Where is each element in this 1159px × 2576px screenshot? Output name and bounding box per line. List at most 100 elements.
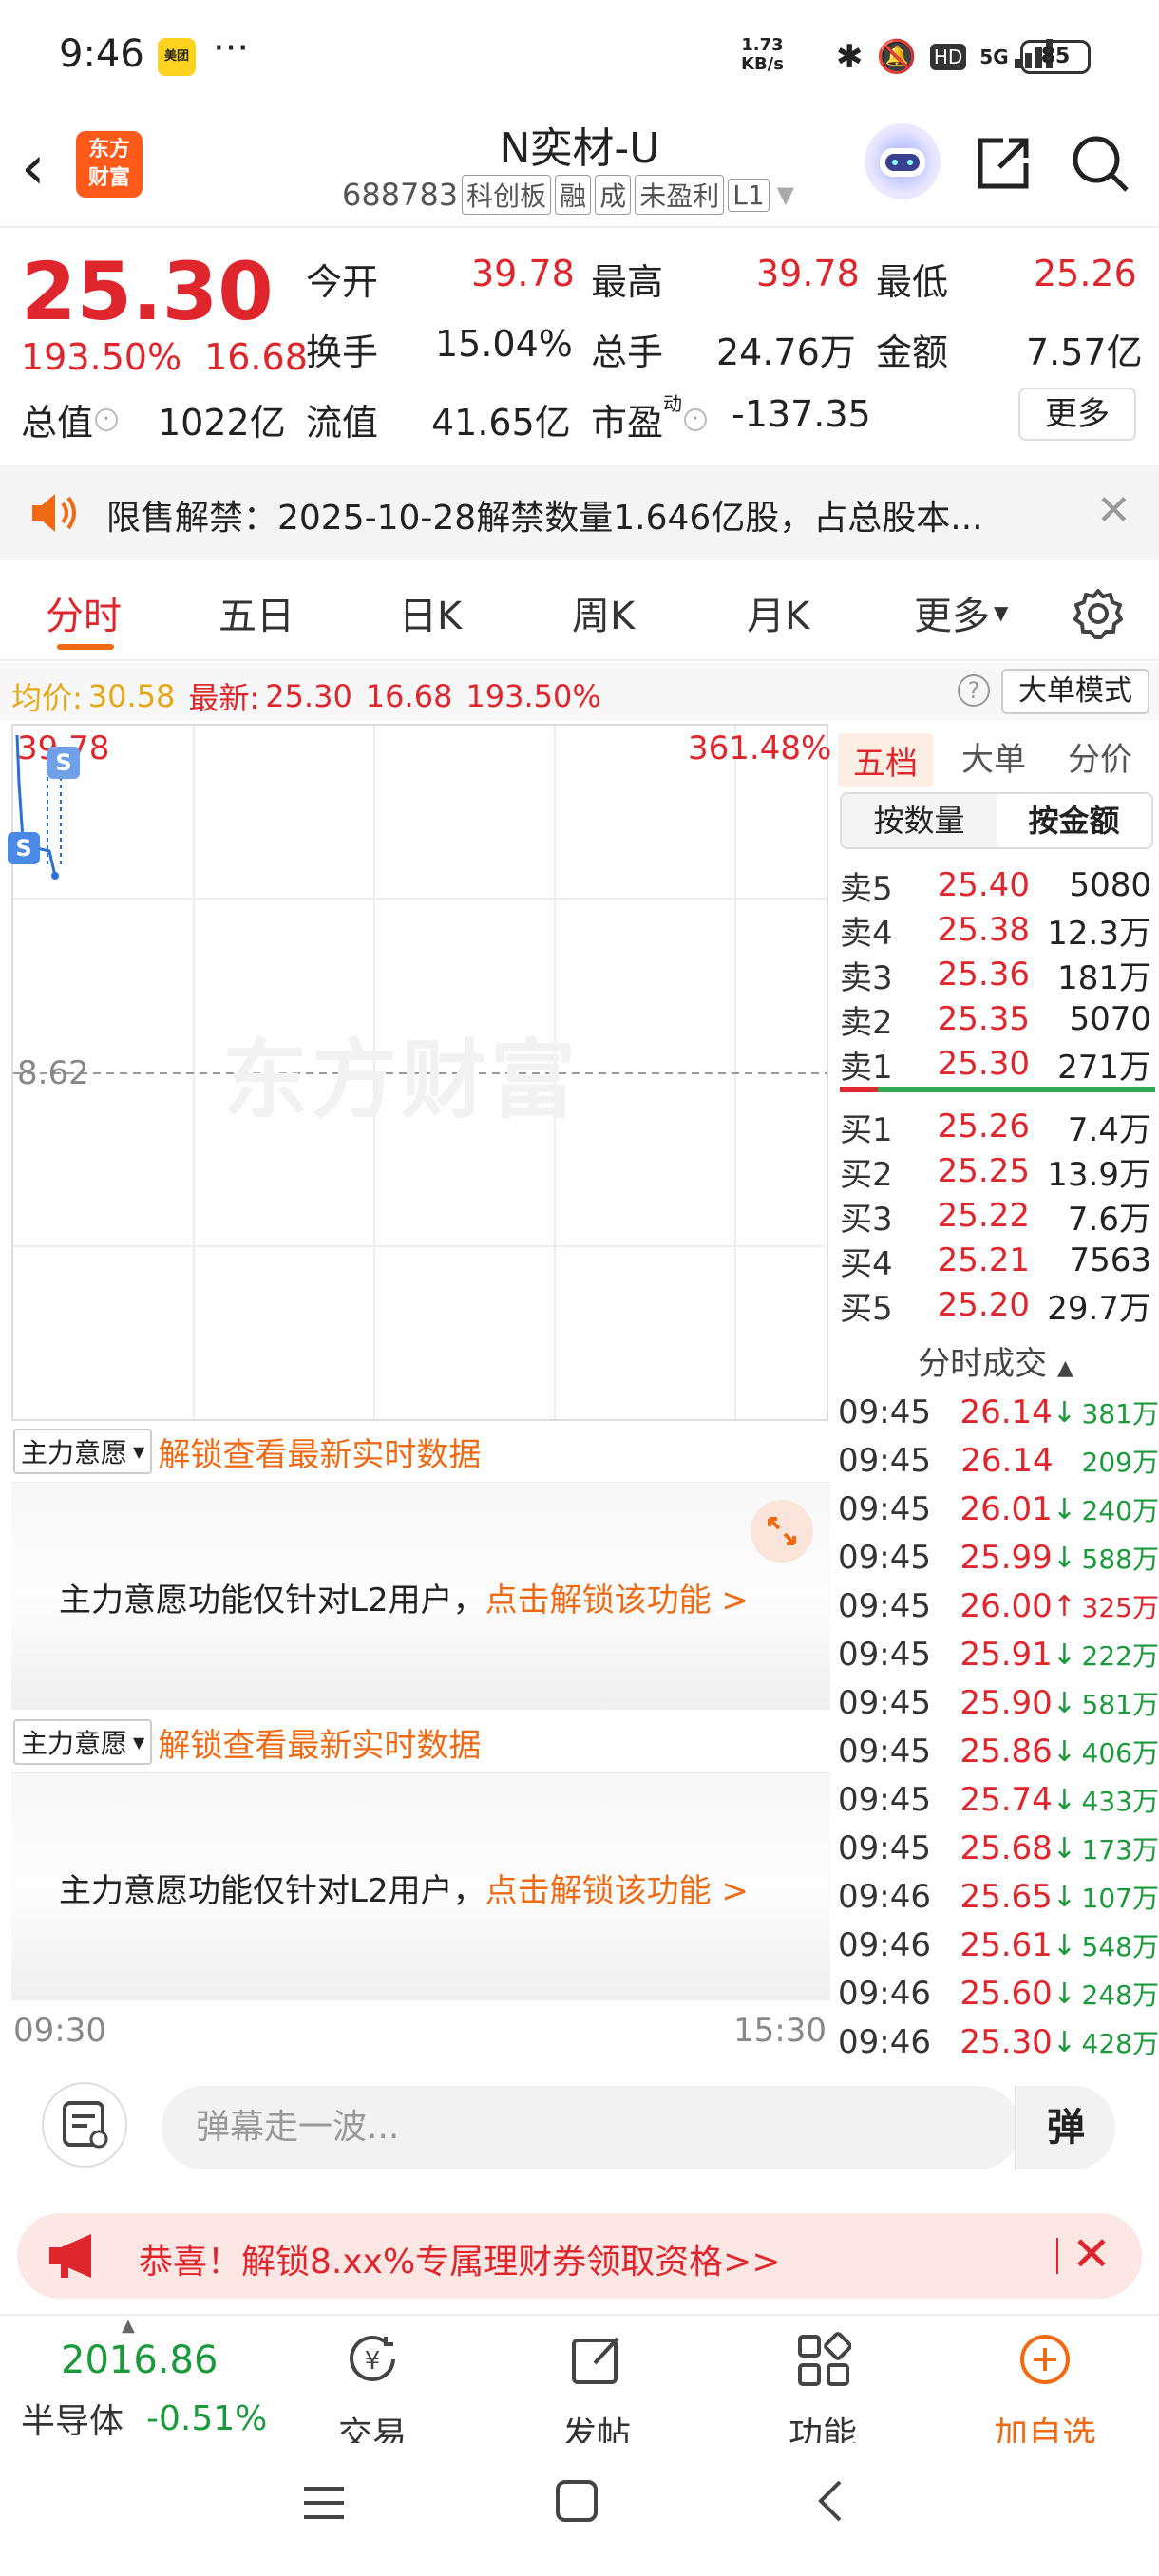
tick-volume: 173万 bbox=[1081, 1834, 1159, 1866]
total-value-label-wrap[interactable]: 总值 · bbox=[21, 393, 119, 445]
ask-row[interactable]: 卖5 25.40 5080 bbox=[840, 862, 1155, 908]
notice-bar[interactable]: 限售解禁：2025-10-28解禁数量1.646亿股，占总股本... ✕ bbox=[0, 465, 1159, 560]
tick-row: 09:45 26.01 ↓ 240万 bbox=[838, 1486, 1159, 1533]
l2-panel[interactable]: 主力意愿功能仅针对L2用户，点击解锁该功能 > bbox=[11, 1772, 830, 2000]
menu-icon[interactable] bbox=[302, 2481, 346, 2529]
l2-panel-unlock-link[interactable]: 点击解锁该功能 > bbox=[485, 1582, 749, 1619]
expand-icon[interactable] bbox=[750, 1500, 813, 1563]
bid-row[interactable]: 买1 25.26 7.4万 bbox=[840, 1104, 1155, 1149]
more-button[interactable]: 更多 bbox=[1018, 388, 1136, 441]
share-icon[interactable] bbox=[971, 131, 1036, 196]
close-icon[interactable]: ✕ bbox=[1072, 2226, 1112, 2282]
promo-banner[interactable]: 恭喜！解锁8.xx%专属理财券领取资格>> ✕ bbox=[17, 2213, 1142, 2299]
tick-row: 09:46 25.60 ↓ 248万 bbox=[838, 1970, 1159, 2017]
trade-icon[interactable]: ¥ bbox=[344, 2331, 401, 2388]
ask-row[interactable]: 卖3 25.36 181万 bbox=[840, 952, 1155, 997]
bid-level: 买5 bbox=[840, 1289, 893, 1328]
tick-volume: 381万 bbox=[1081, 1398, 1159, 1430]
home-icon[interactable] bbox=[555, 2479, 598, 2527]
tick-row: 09:45 26.14 ↓ 381万 bbox=[838, 1389, 1159, 1436]
tab-more[interactable]: 更多 ▼ bbox=[914, 585, 1008, 640]
ask-volume: 5080 bbox=[1069, 866, 1151, 904]
turnover-value: 15.04% bbox=[435, 323, 573, 365]
robot-assistant-avatar[interactable] bbox=[864, 123, 940, 199]
comment-list-icon[interactable] bbox=[42, 2082, 127, 2168]
main-force-dropdown[interactable]: 主力意愿 ▼ bbox=[13, 1429, 153, 1474]
l2-panel-unlock-link[interactable]: 点击解锁该功能 > bbox=[485, 1872, 749, 1910]
tick-price: 26.01 bbox=[960, 1490, 1053, 1528]
high-label: 最高 bbox=[591, 261, 664, 303]
status-bar: 9:46 美团 ··· 1.73 KB/s ✱ 🔕 HD 5G 85 bbox=[0, 0, 1159, 114]
tab-five-day[interactable]: 五日 bbox=[218, 585, 294, 640]
ask-level: 卖3 bbox=[840, 958, 893, 997]
tick-time: 09:46 bbox=[838, 2023, 931, 2061]
bid-row[interactable]: 买5 25.20 29.7万 bbox=[840, 1282, 1155, 1328]
unlock-link[interactable]: 解锁查看最新实时数据 bbox=[158, 1429, 481, 1475]
marker-s-icon[interactable]: S bbox=[8, 832, 40, 864]
ticks-title: 分时成交 bbox=[918, 1345, 1048, 1383]
index-value[interactable]: 2016.86 bbox=[61, 2339, 218, 2382]
main-force-dropdown[interactable]: 主力意愿 ▼ bbox=[13, 1719, 153, 1765]
ask-price: 25.36 bbox=[937, 956, 1030, 994]
info-icon: · bbox=[684, 407, 708, 431]
tick-row: 09:45 25.86 ↓ 406万 bbox=[838, 1728, 1159, 1775]
features-icon[interactable] bbox=[794, 2331, 852, 2388]
tick-time: 09:45 bbox=[838, 1781, 931, 1819]
ask-row[interactable]: 卖4 25.38 12.3万 bbox=[840, 907, 1155, 953]
tab-weekly-k[interactable]: 周K bbox=[572, 585, 635, 640]
bid-row[interactable]: 买2 25.25 13.9万 bbox=[840, 1148, 1155, 1194]
system-back-icon[interactable] bbox=[809, 2479, 853, 2527]
arrow-down-icon: ↓ bbox=[1052, 1395, 1076, 1430]
l2-panel-text: 主力意愿功能仅针对L2用户，点击解锁该功能 > bbox=[59, 1574, 749, 1620]
tag-level: L1 bbox=[728, 178, 770, 212]
tick-time: 09:45 bbox=[838, 1829, 931, 1867]
main-force-dropdown-label: 主力意愿 bbox=[21, 1728, 128, 1759]
tab-monthly-k[interactable]: 月K bbox=[747, 585, 809, 640]
svg-text:¥: ¥ bbox=[365, 2347, 381, 2376]
ask-row[interactable]: 卖1 25.30 271万 bbox=[840, 1041, 1155, 1087]
tick-row: 09:46 25.30 ↓ 428万 bbox=[838, 2018, 1159, 2066]
caret-up-icon: ▲ bbox=[1056, 1356, 1074, 1380]
tag-constituent: 成 bbox=[595, 175, 632, 215]
tab-intraday[interactable]: 分时 bbox=[46, 585, 122, 640]
book-tab-big-orders[interactable]: 大单 bbox=[961, 733, 1026, 780]
tick-time: 09:45 bbox=[838, 1733, 931, 1771]
danmu-input[interactable]: 弹幕走一波... bbox=[162, 2086, 1020, 2169]
search-icon[interactable] bbox=[1068, 131, 1132, 196]
mute-bell-icon: 🔕 bbox=[876, 37, 917, 76]
tick-volume: 240万 bbox=[1081, 1495, 1159, 1526]
ask-volume: 5070 bbox=[1069, 1000, 1151, 1038]
tick-volume: 325万 bbox=[1081, 1592, 1159, 1623]
unlock-link[interactable]: 解锁查看最新实时数据 bbox=[158, 1719, 481, 1766]
l2-panel[interactable]: 主力意愿功能仅针对L2用户，点击解锁该功能 > bbox=[11, 1482, 830, 1710]
tab-daily-k[interactable]: 日K bbox=[399, 585, 462, 640]
marker-s-icon[interactable]: S bbox=[48, 747, 80, 779]
danmu-toggle-button[interactable]: 弹 bbox=[1015, 2086, 1115, 2169]
arrow-up-icon: ↑ bbox=[1052, 1589, 1076, 1623]
post-icon[interactable] bbox=[568, 2331, 625, 2388]
tick-time: 09:46 bbox=[838, 1926, 931, 1964]
ask-row[interactable]: 卖2 25.35 5070 bbox=[840, 996, 1155, 1042]
help-icon[interactable]: ? bbox=[958, 674, 990, 707]
book-tab-price-distribution[interactable]: 分价 bbox=[1068, 733, 1132, 780]
add-watchlist-icon[interactable] bbox=[1016, 2331, 1074, 2388]
hd-icon: HD bbox=[929, 43, 967, 70]
battery-icon: 85 bbox=[1020, 40, 1091, 74]
open-label: 今开 bbox=[306, 261, 379, 303]
ask-level: 卖4 bbox=[840, 914, 893, 953]
close-icon[interactable]: ✕ bbox=[1096, 486, 1131, 535]
bid-level: 买3 bbox=[840, 1200, 893, 1239]
stock-code-row[interactable]: 688783 科创板 融 成 未盈利 L1 ▼ bbox=[342, 175, 794, 215]
bid-row[interactable]: 买3 25.22 7.6万 bbox=[840, 1193, 1155, 1239]
bid-row[interactable]: 买4 25.21 7563 bbox=[840, 1238, 1155, 1283]
index-info[interactable]: 半导体 -0.51% bbox=[21, 2394, 267, 2443]
book-tab-five-levels[interactable]: 五档 bbox=[838, 733, 933, 787]
arrow-down-icon: ↓ bbox=[1052, 1977, 1076, 2011]
big-order-mode-button[interactable]: 大单模式 bbox=[1001, 669, 1150, 714]
tick-time: 09:45 bbox=[838, 1539, 931, 1577]
segment-by-quantity[interactable]: 按数量 bbox=[842, 794, 997, 847]
pe-label-wrap[interactable]: 市盈 动 · bbox=[591, 392, 708, 445]
segment-by-amount[interactable]: 按金额 bbox=[997, 794, 1151, 847]
settings-icon[interactable] bbox=[1072, 587, 1125, 644]
intraday-chart[interactable]: 东方财富 39.78 361.48% 8.62 S S bbox=[8, 724, 831, 1421]
